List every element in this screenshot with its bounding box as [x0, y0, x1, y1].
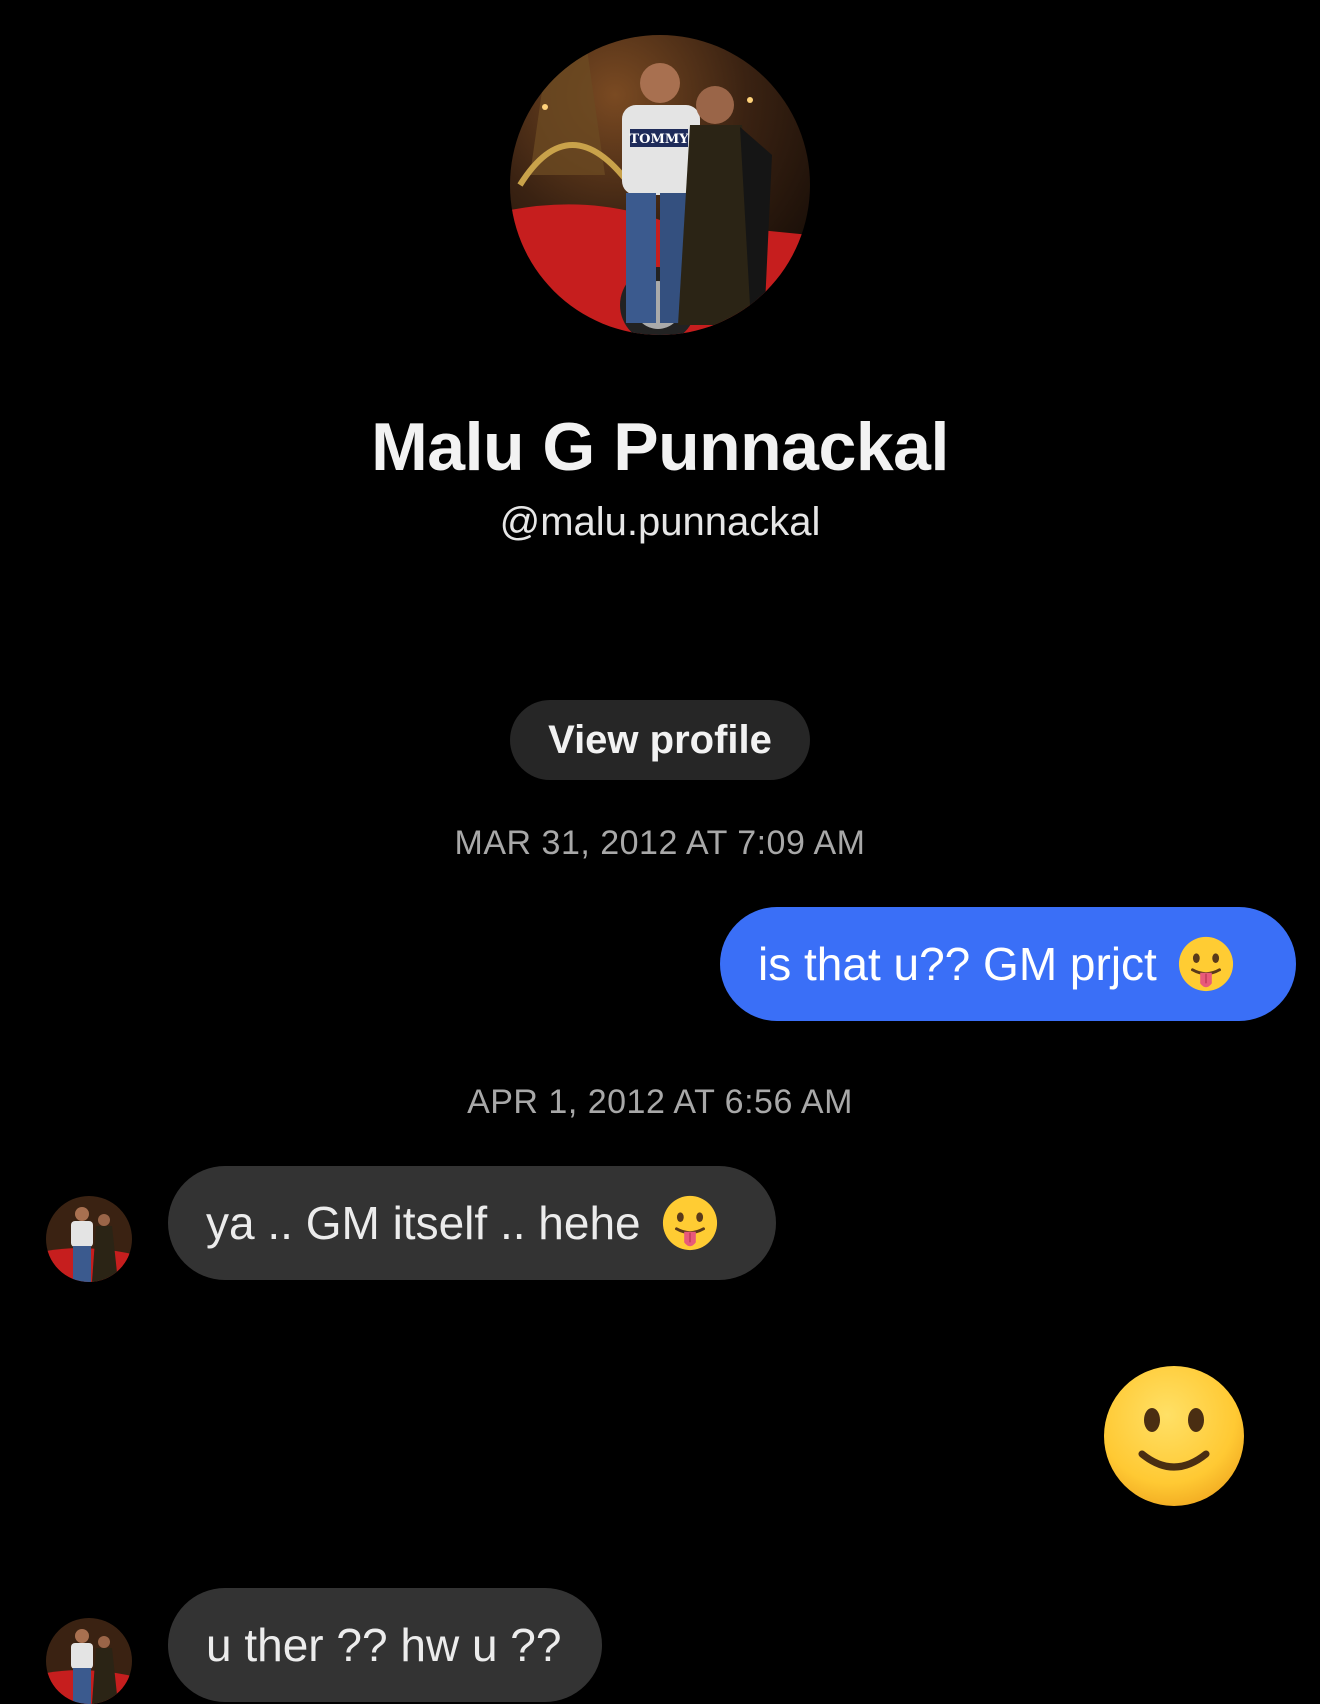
- message-timestamp: APR 1, 2012 AT 6:56 AM: [467, 1083, 853, 1121]
- message-text: ya .. GM itself .. hehe: [206, 1197, 641, 1249]
- face-with-tongue-icon: [1177, 935, 1235, 993]
- profile-name: Malu G Punnackal: [371, 409, 949, 485]
- message-text: is that u?? GM prjct: [758, 938, 1157, 990]
- received-message-bubble[interactable]: ya .. GM itself .. hehe: [168, 1166, 776, 1280]
- photo-shirt-text: TOMMY: [629, 132, 689, 147]
- message-timestamp: MAR 31, 2012 AT 7:09 AM: [454, 824, 866, 862]
- face-with-tongue-icon: [661, 1194, 719, 1252]
- sender-avatar[interactable]: [46, 1618, 132, 1704]
- message-text: u ther ?? hw u ??: [206, 1619, 562, 1671]
- slightly-smiling-face-icon[interactable]: [1102, 1364, 1246, 1508]
- profile-photo[interactable]: TOMMY: [510, 35, 810, 335]
- sender-avatar[interactable]: [46, 1196, 132, 1282]
- sent-message-bubble[interactable]: is that u?? GM prjct: [720, 907, 1296, 1021]
- profile-photo-image: TOMMY: [510, 35, 810, 335]
- received-message-bubble[interactable]: u ther ?? hw u ??: [168, 1588, 602, 1702]
- profile-handle: @malu.punnackal: [499, 500, 821, 544]
- view-profile-button[interactable]: View profile: [510, 700, 810, 780]
